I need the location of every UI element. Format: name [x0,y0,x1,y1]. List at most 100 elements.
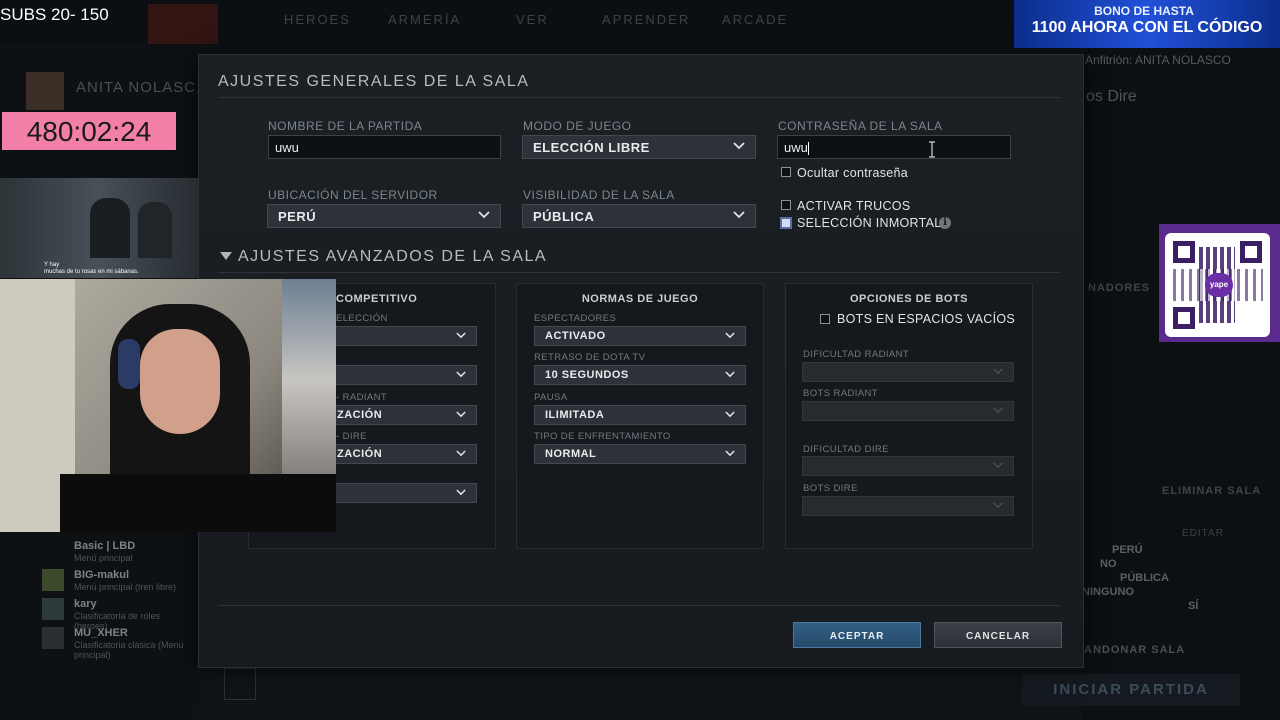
game-mode-value: ELECCIÓN LIBRE [533,140,650,155]
summary-visibility: PÚBLICA [1120,572,1169,584]
face [140,329,220,434]
dota-tv-delay-value: 10 SEGUNDOS [545,369,629,381]
nav-item-learn[interactable]: APRENDER [602,12,690,27]
text-cursor [807,142,809,156]
chevron-down-icon [725,371,735,378]
competitive-value-dire: ZACIÓN [337,448,383,460]
avatar [26,72,64,110]
chevron-down-icon [993,407,1003,414]
advanced-settings-title[interactable]: AJUSTES AVANZADOS DE LA SALA [238,248,547,266]
visibility-label: VISIBILIDAD DE LA SALA [523,188,675,202]
server-value: PERÚ [278,209,317,224]
chevron-down-icon [456,489,466,496]
dota-tv-delay-select[interactable]: 10 SEGUNDOS [534,365,746,385]
summary-immortal: SÍ [1188,600,1199,612]
chevron-down-icon [456,332,466,339]
delete-lobby-button[interactable]: ELIMINAR SALA [1162,485,1261,497]
video-overlay: Y hay muchas de tu rosas en mi sábanas. [0,178,198,278]
accept-button[interactable]: ACEPTAR [793,622,921,648]
chevron-down-icon [456,371,466,378]
ibeam-cursor-icon [929,141,935,158]
game-rules-title: NORMAS DE JUEGO [581,293,699,305]
game-mode-select[interactable]: ELECCIÓN LIBRE [522,135,756,159]
info-icon[interactable]: i [939,217,951,229]
dota-tv-delay-label: RETRASO DE DOTA TV [534,352,646,363]
nav-item-arcade[interactable]: ARCADE [722,12,788,27]
pause-label: PAUSA [534,392,568,403]
chevron-down-icon [456,411,466,418]
qr-code: yape [1165,233,1270,337]
game-mode-label: MODO DE JUEGO [523,119,632,133]
nav-item-watch[interactable]: VER [516,12,549,27]
chevron-down-icon [993,462,1003,469]
competitive-label-dire: - DIRE [336,431,367,442]
hide-password-checkbox[interactable] [781,167,791,177]
fill-with-bots-checkbox[interactable] [820,314,830,324]
immortal-draft-label: SELECCIÓN INMORTAL [797,216,942,230]
server-select[interactable]: PERÚ [267,204,501,228]
immortal-draft-checkbox[interactable] [780,217,792,229]
visibility-select[interactable]: PÚBLICA [522,204,756,228]
divider [218,272,1060,273]
collapse-triangle-icon[interactable] [220,252,232,261]
game-name-input[interactable]: uwu [268,135,501,159]
subs-goal-text: SUBS 20- 150 [0,5,109,24]
stream-timer: 480:02:24 [2,112,176,150]
bot-options-title: OPCIONES DE BOTS [849,293,969,305]
list-item[interactable]: BIG-makul Menú principal (tren libre) [42,569,192,598]
spectators-select[interactable]: ACTIVADO [534,326,746,346]
competitive-label-radiant: - RADIANT [336,392,388,403]
nav-item-armory[interactable]: ARMERÍA [388,12,461,27]
dire-bots-label: BOTS DIRE [803,483,858,494]
list-item[interactable]: kary Clasificatoria de roles (heroes) [42,598,192,631]
video-caption-2: muchas de tu rosas en mi sábanas. [44,269,139,275]
game-name-label: NOMBRE DE LA PARTIDA [268,119,423,133]
radiant-bots-label: BOTS RADIANT [803,388,879,399]
summary-region: NINGUNO [1082,586,1134,598]
radiant-bots-select[interactable] [802,401,1014,421]
chevron-down-icon [725,332,735,339]
chevron-down-icon [725,450,735,457]
enable-cheats-checkbox[interactable] [781,200,791,210]
list-item[interactable]: MU_XHER Clasificatoria clásica (Menú pri… [42,627,192,660]
yape-logo: yape [1205,273,1233,297]
password-input[interactable]: uwu [777,135,1011,159]
nav-item-heroes[interactable]: HEROES [284,12,351,27]
enable-cheats-label: ACTIVAR TRUCOS [797,199,911,213]
dire-difficulty-select[interactable] [802,456,1014,476]
radiant-difficulty-select[interactable] [802,362,1014,382]
video-caption-1: Y hay [44,262,60,268]
cancel-button[interactable]: CANCELAR [934,622,1062,648]
leave-lobby-button[interactable]: ANDONAR SALA [1084,644,1185,656]
chevron-down-icon [733,142,745,150]
competitive-label-1: ELECCIÓN [336,313,388,324]
divider [218,605,1060,606]
divider [218,97,1060,98]
dialog-title: AJUSTES GENERALES DE LA SALA [218,73,530,90]
matchup-value: NORMAL [545,448,597,460]
pause-value: ILIMITADA [545,409,605,421]
competitive-title: COMPETITIVO [336,293,418,305]
chevron-down-icon [733,211,745,219]
spectators-header: NADORES [1088,282,1151,294]
start-game-button[interactable]: INICIAR PARTIDA [1022,674,1240,706]
spectators-value: ACTIVADO [545,330,606,342]
friends-list: Basic | LBD Menú principal BIG-makul Men… [42,540,192,660]
pause-select[interactable]: ILIMITADA [534,405,746,425]
list-item[interactable]: Basic | LBD Menú principal [42,540,192,569]
edit-button[interactable]: EDITAR [1182,528,1224,539]
matchup-select[interactable]: NORMAL [534,444,746,464]
summary-cheats: NO [1100,558,1117,570]
radiant-difficulty-label: DIFICULTAD RADIANT [803,349,910,360]
server-label: UBICACIÓN DEL SERVIDOR [268,188,438,202]
password-label: CONTRASEÑA DE LA SALA [778,119,943,133]
promo-line-1: BONO DE HASTA [1094,4,1194,18]
password-value: uwu [784,140,808,155]
chevron-down-icon [993,502,1003,509]
chevron-down-icon [456,450,466,457]
webcam-overlay [0,279,336,532]
promo-banner: BONO DE HASTA 1100 AHORA CON EL CÓDIGO [1014,0,1280,48]
dire-bots-select[interactable] [802,496,1014,516]
fill-with-bots-label: BOTS EN ESPACIOS VACÍOS [837,312,1016,326]
spectators-label: ESPECTADORES [534,313,617,324]
